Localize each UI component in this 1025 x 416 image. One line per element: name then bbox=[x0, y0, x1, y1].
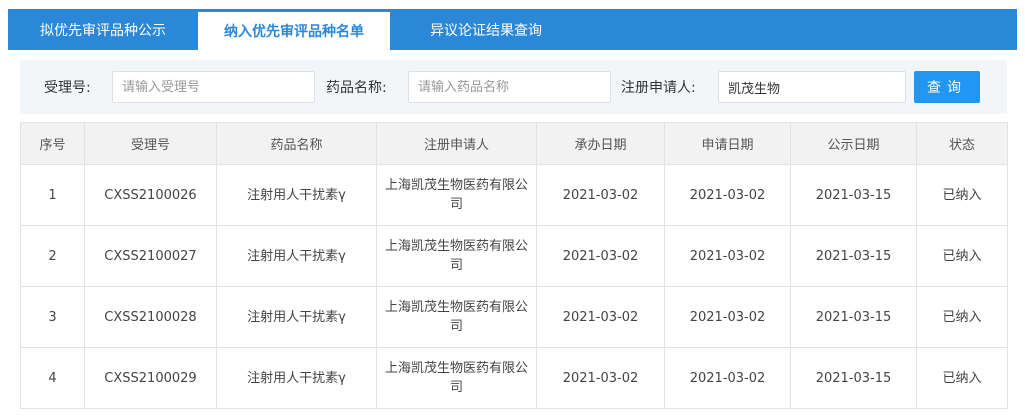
cell-applicant: 上海凯茂生物医药有限公司 bbox=[376, 164, 537, 226]
cell-status: 已纳入 bbox=[916, 225, 1008, 287]
query-button[interactable]: 查询 bbox=[914, 71, 980, 103]
cell-status: 已纳入 bbox=[916, 347, 1008, 409]
header-apply-date: 申请日期 bbox=[664, 122, 791, 165]
results-table: 序号 受理号 药品名称 注册申请人 承办日期 申请日期 公示日期 状态 1 CX… bbox=[20, 122, 1008, 409]
cell-acceptance-no: CXSS2100027 bbox=[84, 225, 217, 287]
cell-applicant: 上海凯茂生物医药有限公司 bbox=[376, 286, 537, 348]
tab-included-priority-review-list[interactable]: 纳入优先审评品种名单 bbox=[198, 12, 390, 50]
search-panel: 受理号: 药品名称: 注册申请人: 查询 bbox=[20, 60, 1007, 114]
cell-no: 1 bbox=[20, 164, 85, 226]
cell-apply-date: 2021-03-02 bbox=[664, 225, 791, 287]
cell-publicity-date: 2021-03-15 bbox=[790, 286, 917, 348]
header-no: 序号 bbox=[20, 122, 85, 165]
table-row: 1 CXSS2100026 注射用人干扰素γ 上海凯茂生物医药有限公司 2021… bbox=[20, 164, 1008, 226]
cell-acceptance-no: CXSS2100028 bbox=[84, 286, 217, 348]
cell-handle-date: 2021-03-02 bbox=[536, 164, 665, 226]
table-header-row: 序号 受理号 药品名称 注册申请人 承办日期 申请日期 公示日期 状态 bbox=[20, 122, 1008, 165]
cell-drug-name: 注射用人干扰素γ bbox=[216, 347, 377, 409]
drug-name-input[interactable] bbox=[408, 71, 611, 103]
cell-no: 3 bbox=[20, 286, 85, 348]
tab-proposed-priority-review[interactable]: 拟优先审评品种公示 bbox=[8, 9, 198, 50]
cell-applicant: 上海凯茂生物医药有限公司 bbox=[376, 347, 537, 409]
cell-applicant: 上海凯茂生物医药有限公司 bbox=[376, 225, 537, 287]
cell-publicity-date: 2021-03-15 bbox=[790, 225, 917, 287]
cell-drug-name: 注射用人干扰素γ bbox=[216, 164, 377, 226]
cell-drug-name: 注射用人干扰素γ bbox=[216, 225, 377, 287]
cell-apply-date: 2021-03-02 bbox=[664, 164, 791, 226]
applicant-label: 注册申请人: bbox=[621, 80, 696, 96]
cell-handle-date: 2021-03-02 bbox=[536, 225, 665, 287]
table-row: 2 CXSS2100027 注射用人干扰素γ 上海凯茂生物医药有限公司 2021… bbox=[20, 225, 1008, 287]
cell-no: 4 bbox=[20, 347, 85, 409]
cell-acceptance-no: CXSS2100029 bbox=[84, 347, 217, 409]
header-drug-name: 药品名称 bbox=[216, 122, 377, 165]
cell-no: 2 bbox=[20, 225, 85, 287]
cell-status: 已纳入 bbox=[916, 164, 1008, 226]
header-publicity-date: 公示日期 bbox=[790, 122, 917, 165]
tab-bar: 拟优先审评品种公示 纳入优先审评品种名单 异议论证结果查询 bbox=[8, 9, 1017, 50]
acceptance-no-label: 受理号: bbox=[44, 80, 91, 96]
cell-apply-date: 2021-03-02 bbox=[664, 286, 791, 348]
drug-name-label: 药品名称: bbox=[326, 80, 387, 96]
header-acceptance-no: 受理号 bbox=[84, 122, 217, 165]
cell-handle-date: 2021-03-02 bbox=[536, 347, 665, 409]
acceptance-no-input[interactable] bbox=[112, 71, 315, 103]
cell-handle-date: 2021-03-02 bbox=[536, 286, 665, 348]
header-status: 状态 bbox=[916, 122, 1008, 165]
applicant-input[interactable] bbox=[718, 71, 906, 103]
cell-status: 已纳入 bbox=[916, 286, 1008, 348]
table-row: 4 CXSS2100029 注射用人干扰素γ 上海凯茂生物医药有限公司 2021… bbox=[20, 347, 1008, 409]
header-handle-date: 承办日期 bbox=[536, 122, 665, 165]
table-row: 3 CXSS2100028 注射用人干扰素γ 上海凯茂生物医药有限公司 2021… bbox=[20, 286, 1008, 348]
cell-drug-name: 注射用人干扰素γ bbox=[216, 286, 377, 348]
cell-apply-date: 2021-03-02 bbox=[664, 347, 791, 409]
tab-objection-result-query[interactable]: 异议论证结果查询 bbox=[390, 9, 582, 50]
header-applicant: 注册申请人 bbox=[376, 122, 537, 165]
cell-publicity-date: 2021-03-15 bbox=[790, 347, 917, 409]
cell-publicity-date: 2021-03-15 bbox=[790, 164, 917, 226]
cell-acceptance-no: CXSS2100026 bbox=[84, 164, 217, 226]
